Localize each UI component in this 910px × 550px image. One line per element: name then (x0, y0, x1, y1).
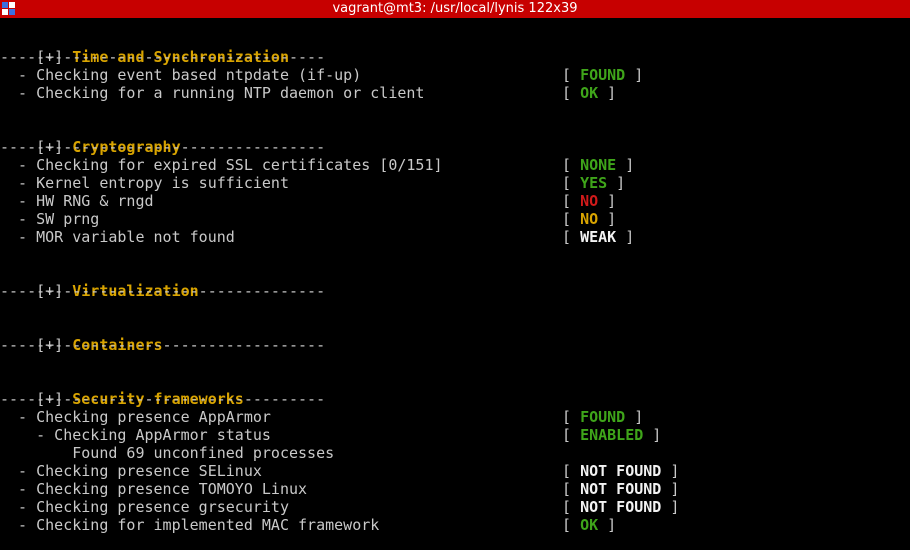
status-badge: [ YES ] (562, 174, 626, 192)
check-line: - Checking presence SELinux (0, 462, 262, 480)
status-badge: [ OK ] (562, 84, 617, 102)
check-line: - Checking presence AppArmor (0, 408, 271, 426)
check-line: - Checking AppArmor status (0, 426, 271, 444)
check-line: - Checking presence grsecurity (0, 498, 289, 516)
status-badge: [ ENABLED ] (562, 426, 662, 444)
check-line: - SW prng (0, 210, 100, 228)
section-header-containers: [+] Containers (0, 318, 162, 354)
check-line: - Checking presence TOMOYO Linux (0, 480, 308, 498)
window-title: vagrant@mt3: /usr/local/lynis 122x39 (332, 1, 578, 16)
check-line: - Checking for implemented MAC framework (0, 516, 380, 534)
check-line: - Checking for expired SSL certificates … (0, 156, 443, 174)
divider-line: ------------------------------------ (0, 282, 326, 300)
section-header-virtualization: [+] Virtualization (0, 264, 199, 300)
section-header-crypto: [+] Cryptography (0, 120, 181, 156)
status-badge: [ WEAK ] (562, 228, 635, 246)
terminal-output[interactable]: [+] Time and Synchronization -----------… (0, 30, 910, 550)
check-line: - Checking for a running NTP daemon or c… (0, 84, 425, 102)
info-line: Found 69 unconfined processes (0, 444, 335, 462)
status-badge: [ NO ] (562, 192, 617, 210)
status-badge: [ NOT FOUND ] (562, 462, 680, 480)
terminal-app-icon[interactable] (2, 2, 16, 16)
check-line: - HW RNG & rngd (0, 192, 154, 210)
status-badge: [ OK ] (562, 516, 617, 534)
status-badge: [ NO ] (562, 210, 617, 228)
divider-line: ------------------------------------ (0, 138, 326, 156)
status-badge: [ NOT FOUND ] (562, 498, 680, 516)
status-badge: [ NONE ] (562, 156, 635, 174)
section-header-time: [+] Time and Synchronization (0, 30, 289, 66)
window-titlebar[interactable]: vagrant@mt3: /usr/local/lynis 122x39 (0, 0, 910, 18)
divider-line: ------------------------------------ (0, 48, 326, 66)
status-badge: [ FOUND ] (562, 66, 644, 84)
status-badge: [ FOUND ] (562, 408, 644, 426)
check-line: - Checking event based ntpdate (if-up) (0, 66, 362, 84)
check-line: - Kernel entropy is sufficient (0, 174, 289, 192)
divider-line: ------------------------------------ (0, 336, 326, 354)
section-header-security: [+] Security frameworks (0, 372, 244, 408)
divider-line: ------------------------------------ (0, 390, 326, 408)
status-badge: [ NOT FOUND ] (562, 480, 680, 498)
check-line: - MOR variable not found (0, 228, 235, 246)
